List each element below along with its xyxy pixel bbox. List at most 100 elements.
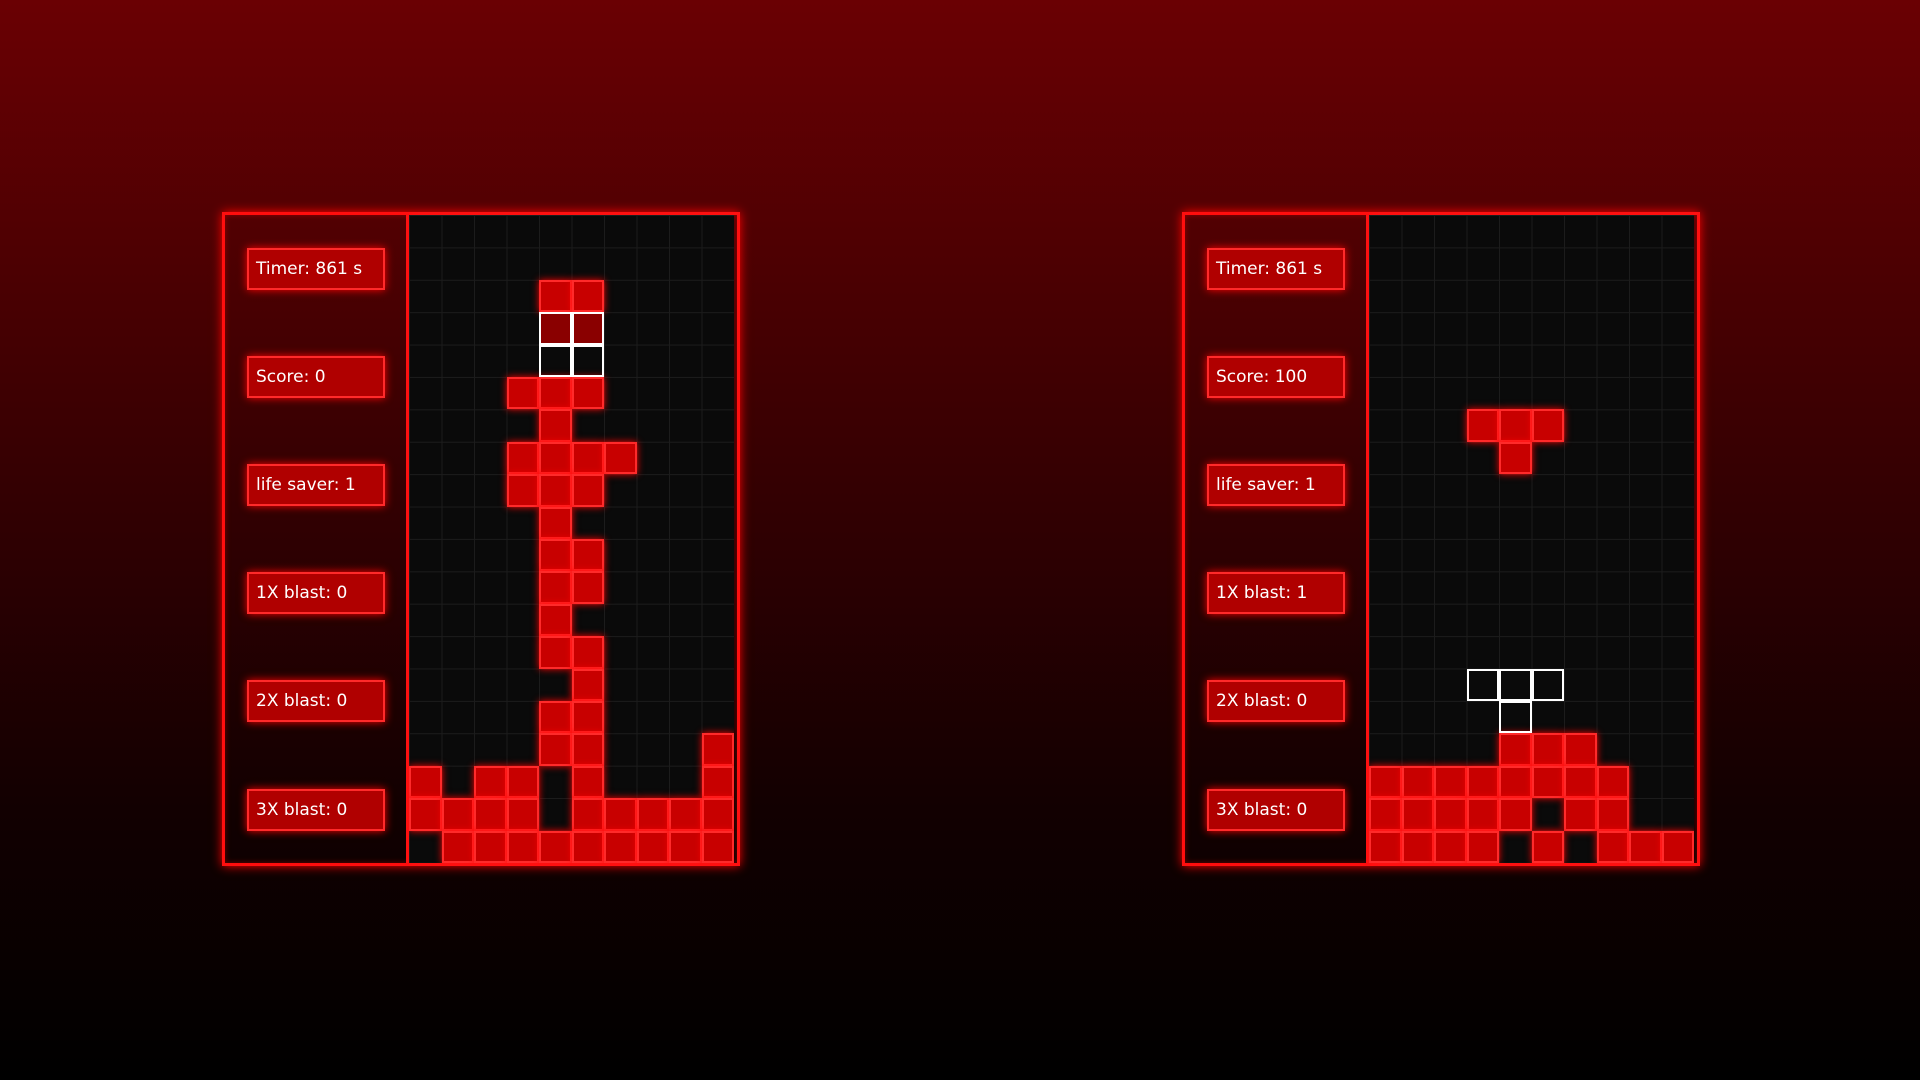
tetris-board[interactable] bbox=[409, 215, 734, 863]
placed-block bbox=[571, 474, 604, 507]
placed-block bbox=[539, 830, 572, 863]
placed-block bbox=[539, 636, 572, 669]
placed-block bbox=[1564, 733, 1597, 766]
life-saver-display: life saver: 1 bbox=[247, 464, 385, 506]
ghost-block bbox=[1531, 668, 1564, 701]
placed-block bbox=[1466, 765, 1499, 799]
placed-block bbox=[1596, 798, 1629, 831]
placed-block bbox=[571, 636, 604, 669]
placed-block bbox=[571, 765, 604, 799]
game-panel-player-1: Timer: 861 s Score: 0 life saver: 1 1X b… bbox=[222, 212, 740, 866]
life-saver-display: life saver: 1 bbox=[1207, 464, 1345, 506]
placed-block bbox=[1499, 409, 1532, 442]
ghost-block bbox=[571, 312, 604, 345]
placed-block bbox=[1369, 765, 1402, 799]
placed-block bbox=[571, 539, 604, 572]
placed-block bbox=[539, 539, 572, 572]
stats-panel: Timer: 861 s Score: 100 life saver: 1 1X… bbox=[1185, 215, 1369, 863]
placed-block bbox=[571, 701, 604, 734]
placed-block bbox=[571, 668, 604, 701]
placed-block bbox=[539, 733, 572, 766]
placed-block bbox=[1531, 765, 1564, 799]
score-display: Score: 100 bbox=[1207, 356, 1345, 398]
blast-1x-display: 1X blast: 1 bbox=[1207, 572, 1345, 614]
ghost-block bbox=[1499, 668, 1532, 701]
placed-block bbox=[539, 377, 572, 410]
placed-block bbox=[539, 441, 572, 475]
placed-block bbox=[539, 603, 572, 637]
game-panel-player-2: Timer: 861 s Score: 100 life saver: 1 1X… bbox=[1182, 212, 1700, 866]
placed-block bbox=[506, 798, 539, 831]
placed-block bbox=[571, 830, 604, 863]
placed-block bbox=[1434, 798, 1467, 831]
placed-block bbox=[506, 765, 539, 799]
placed-block bbox=[701, 830, 734, 863]
placed-block bbox=[1401, 798, 1434, 831]
blast-3x-display: 3X blast: 0 bbox=[1207, 789, 1345, 831]
placed-block bbox=[571, 733, 604, 766]
placed-block bbox=[1499, 798, 1532, 831]
blast-1x-display: 1X blast: 0 bbox=[247, 572, 385, 614]
blast-3x-display: 3X blast: 0 bbox=[247, 789, 385, 831]
placed-block bbox=[1629, 830, 1662, 863]
placed-block bbox=[669, 830, 702, 863]
stats-panel: Timer: 861 s Score: 0 life saver: 1 1X b… bbox=[225, 215, 409, 863]
placed-block bbox=[409, 798, 442, 831]
placed-block bbox=[539, 474, 572, 507]
placed-block bbox=[1369, 798, 1402, 831]
tetris-board[interactable] bbox=[1369, 215, 1694, 863]
timer-display: Timer: 861 s bbox=[247, 248, 385, 290]
placed-block bbox=[506, 474, 539, 507]
placed-block bbox=[1564, 798, 1597, 831]
placed-block bbox=[1596, 830, 1629, 863]
placed-block bbox=[1531, 733, 1564, 766]
placed-block bbox=[1564, 765, 1597, 799]
placed-block bbox=[604, 441, 637, 475]
placed-block bbox=[1434, 830, 1467, 863]
placed-block bbox=[571, 798, 604, 831]
placed-block bbox=[1434, 765, 1467, 799]
placed-block bbox=[1499, 733, 1532, 766]
placed-block bbox=[636, 830, 669, 863]
placed-block bbox=[539, 571, 572, 604]
placed-block bbox=[474, 830, 507, 863]
placed-block bbox=[1531, 409, 1564, 442]
timer-display: Timer: 861 s bbox=[1207, 248, 1345, 290]
placed-block bbox=[409, 765, 442, 799]
placed-block bbox=[571, 441, 604, 475]
placed-block bbox=[539, 701, 572, 734]
placed-block bbox=[701, 733, 734, 766]
ghost-block bbox=[1499, 701, 1532, 734]
placed-block bbox=[1466, 409, 1499, 442]
placed-block bbox=[539, 279, 572, 313]
placed-block bbox=[474, 798, 507, 831]
placed-block bbox=[1466, 830, 1499, 863]
ghost-block bbox=[539, 344, 572, 377]
placed-block bbox=[604, 798, 637, 831]
blast-2x-display: 2X blast: 0 bbox=[1207, 680, 1345, 722]
placed-block bbox=[1596, 765, 1629, 799]
placed-block bbox=[474, 765, 507, 799]
placed-block bbox=[1401, 765, 1434, 799]
placed-block bbox=[539, 409, 572, 442]
placed-block bbox=[539, 506, 572, 539]
placed-block bbox=[604, 830, 637, 863]
placed-block bbox=[636, 798, 669, 831]
ghost-block bbox=[571, 344, 604, 377]
placed-block bbox=[506, 830, 539, 863]
placed-block bbox=[441, 798, 474, 831]
placed-block bbox=[1401, 830, 1434, 863]
placed-block bbox=[571, 571, 604, 604]
ghost-block bbox=[539, 312, 572, 345]
score-display: Score: 0 bbox=[247, 356, 385, 398]
ghost-block bbox=[1466, 668, 1499, 701]
placed-block bbox=[571, 377, 604, 410]
placed-block bbox=[1466, 798, 1499, 831]
placed-block bbox=[1369, 830, 1402, 863]
blast-2x-display: 2X blast: 0 bbox=[247, 680, 385, 722]
placed-block bbox=[669, 798, 702, 831]
placed-block bbox=[1531, 830, 1564, 863]
placed-block bbox=[506, 377, 539, 410]
placed-block bbox=[701, 798, 734, 831]
placed-block bbox=[506, 441, 539, 475]
